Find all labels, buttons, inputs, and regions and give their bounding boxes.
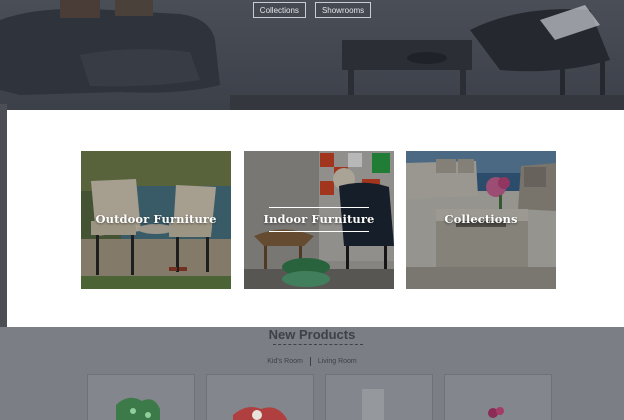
product-image [233, 407, 287, 420]
tile-label-indoor: Indoor Furniture [263, 212, 375, 226]
product-image [488, 407, 504, 418]
showrooms-button[interactable]: Showrooms [314, 2, 372, 18]
tile-label-collections: Collections [444, 212, 518, 226]
collections-button[interactable]: Collections [252, 2, 306, 18]
tile-collections[interactable]: Collections [406, 151, 556, 289]
title-underline [273, 344, 363, 345]
tab-living-room[interactable]: Living Room [318, 358, 357, 365]
new-products-title: New Products [268, 327, 356, 342]
product-tabs: Kid's Room Living Room [0, 357, 624, 366]
hero-nav: Collections Showrooms [0, 2, 624, 18]
tab-separator [309, 357, 311, 366]
product-image [362, 389, 384, 420]
product-card[interactable] [206, 374, 314, 420]
product-card[interactable] [444, 374, 552, 420]
product-image [116, 397, 160, 420]
new-products-section: New Products Kid's Room Living Room [0, 327, 624, 420]
hero-banner: Collections Showrooms [0, 0, 624, 110]
tab-kids-room[interactable]: Kid's Room [267, 358, 303, 365]
tile-indoor-furniture[interactable]: Indoor Furniture [244, 151, 394, 289]
tile-line-bottom [269, 231, 369, 232]
overlay-edge [0, 104, 7, 330]
category-modal: Outdoor Furniture Indoor Furniture Colle… [7, 110, 624, 327]
product-card[interactable] [325, 374, 433, 420]
product-card[interactable] [87, 374, 195, 420]
tile-label-outdoor: Outdoor Furniture [95, 212, 217, 226]
tile-line-top [269, 207, 369, 208]
tile-outdoor-furniture[interactable]: Outdoor Furniture [81, 151, 231, 289]
